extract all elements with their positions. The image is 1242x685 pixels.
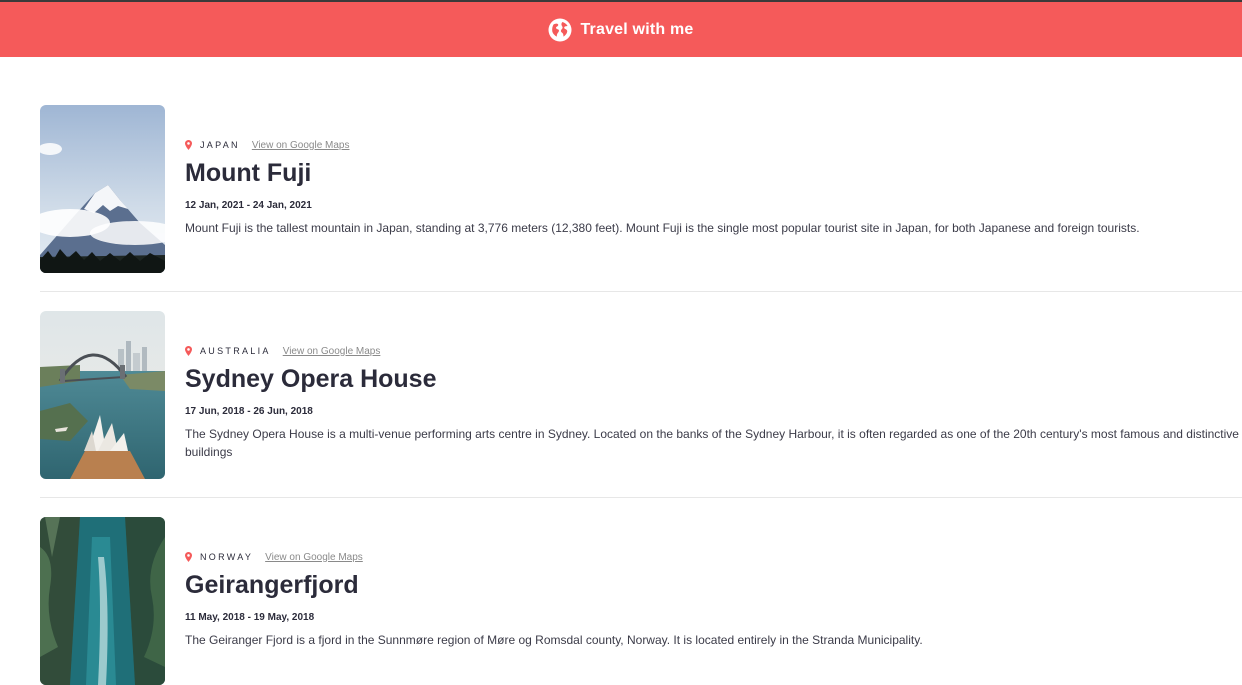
entry-country: NORWAY [200, 552, 254, 562]
travel-entries-list: JAPAN View on Google Maps Mount Fuji 12 … [40, 105, 1242, 685]
entry-meta: NORWAY View on Google Maps [185, 550, 1242, 564]
entry-meta: AUSTRALIA View on Google Maps [185, 344, 1242, 358]
google-maps-link[interactable]: View on Google Maps [265, 552, 363, 563]
entry-dates: 12 Jan, 2021 - 24 Jan, 2021 [185, 200, 312, 211]
entry-description: The Geiranger Fjord is a fjord in the Su… [185, 633, 923, 647]
entry-dates: 17 Jun, 2018 - 26 Jun, 2018 [185, 406, 313, 417]
entry-content: AUSTRALIA View on Google Maps Sydney Ope… [185, 311, 1242, 479]
entry-meta: JAPAN View on Google Maps [185, 138, 1242, 152]
google-maps-link[interactable]: View on Google Maps [283, 346, 381, 357]
site-header: Travel with me [0, 2, 1242, 57]
entry-divider [40, 497, 1242, 498]
globe-icon [548, 18, 572, 42]
location-pin-icon [185, 552, 192, 562]
entry-title: Sydney Opera House [185, 365, 437, 393]
travel-entry: AUSTRALIA View on Google Maps Sydney Ope… [40, 311, 1242, 479]
location-pin-icon [185, 140, 192, 150]
sydney-opera-house-photo [40, 311, 165, 479]
entry-title: Geirangerfjord [185, 571, 359, 599]
entry-description: Mount Fuji is the tallest mountain in Ja… [185, 221, 1140, 235]
travel-entry: JAPAN View on Google Maps Mount Fuji 12 … [40, 105, 1242, 273]
entry-content: JAPAN View on Google Maps Mount Fuji 12 … [185, 105, 1242, 273]
mount-fuji-photo [40, 105, 165, 273]
entry-title: Mount Fuji [185, 159, 312, 187]
location-pin-icon [185, 346, 192, 356]
entry-divider [40, 291, 1242, 292]
google-maps-link[interactable]: View on Google Maps [252, 140, 350, 151]
entry-country: JAPAN [200, 140, 240, 150]
entry-description: The Sydney Opera House is a multi-venue … [185, 427, 1239, 459]
entry-dates: 11 May, 2018 - 19 May, 2018 [185, 612, 315, 623]
entry-country: AUSTRALIA [200, 346, 271, 356]
site-title: Travel with me [580, 20, 694, 38]
